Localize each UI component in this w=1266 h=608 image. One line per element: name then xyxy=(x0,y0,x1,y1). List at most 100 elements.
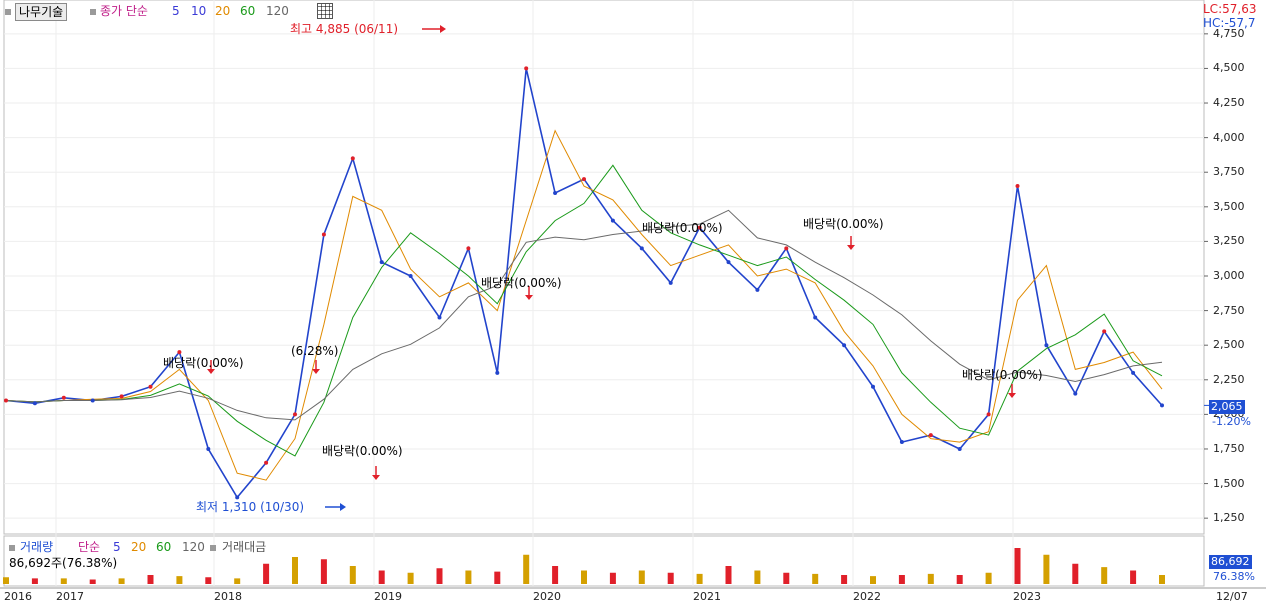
price-point xyxy=(582,177,586,182)
price-point xyxy=(1073,391,1078,396)
markers xyxy=(207,25,1210,511)
volume-bar xyxy=(523,554,530,584)
price-point xyxy=(1160,403,1164,408)
ma-10-label[interactable]: 10 xyxy=(191,4,206,18)
volume-bar xyxy=(292,557,298,584)
volume-bar xyxy=(552,566,559,584)
ma-120-label[interactable]: 120 xyxy=(266,4,289,18)
ma-line xyxy=(5,129,1163,481)
volume-bar xyxy=(754,570,761,584)
volume-value-text: 86,692주(76.38%) xyxy=(9,556,118,570)
dividend-annotation: 배당락(0.00%) xyxy=(803,217,884,231)
price-point xyxy=(957,446,962,451)
price-point xyxy=(61,395,66,400)
volume-bar xyxy=(263,563,270,584)
y-tick-label: 1,750 xyxy=(1213,441,1245,455)
ma-legend-icon[interactable] xyxy=(90,9,96,15)
volume-bar xyxy=(3,577,9,584)
price-point xyxy=(235,495,240,500)
dividend-annotation: (6.28%) xyxy=(291,344,339,358)
y-tick-label: 1,500 xyxy=(1213,476,1245,490)
volume-bar xyxy=(927,573,934,584)
last-volume-pct: 76.38% xyxy=(1213,570,1255,583)
dividend-annotation: 배당락(0.00%) xyxy=(322,444,403,458)
volume-bar xyxy=(89,579,96,584)
volume-bar xyxy=(1014,548,1021,584)
volume-bar xyxy=(638,570,645,584)
legend-toggle-icon[interactable] xyxy=(5,9,11,15)
volume-bar xyxy=(812,573,819,584)
price-point xyxy=(1131,370,1136,375)
price-point xyxy=(437,315,442,320)
y-tick-label: 4,250 xyxy=(1213,96,1245,110)
price-plot-frame xyxy=(3,0,1205,535)
volume-bar xyxy=(118,578,125,584)
volume-bar xyxy=(1159,575,1165,584)
volume-bar xyxy=(234,578,241,584)
x-tick-label: 2020 xyxy=(533,590,561,603)
price-point xyxy=(148,384,153,389)
y-tick-label: 3,250 xyxy=(1213,234,1245,248)
price-point xyxy=(321,232,326,237)
dividend-annotation: 배당락(0.00%) xyxy=(962,368,1043,382)
volume-ma-5[interactable]: 5 xyxy=(113,540,121,554)
ma-legend-label: 종가 단순 xyxy=(100,4,148,18)
dividend-arrow-head xyxy=(372,475,380,480)
volume-ma-label: 단순 xyxy=(78,540,101,554)
dividend-arrow-head xyxy=(312,369,320,374)
table-icon[interactable] xyxy=(317,3,333,19)
volume-bar xyxy=(494,571,501,584)
volume-legend-icon[interactable] xyxy=(9,545,15,551)
x-tick-label: 2019 xyxy=(374,590,402,603)
volume-bar xyxy=(581,570,587,584)
volume-bar xyxy=(696,573,703,584)
price-point xyxy=(264,460,269,465)
volume-bar xyxy=(609,572,616,584)
volume-bar xyxy=(870,576,876,584)
price-point xyxy=(871,384,875,389)
volume-ma-60[interactable]: 60 xyxy=(156,540,171,554)
price-point xyxy=(986,412,991,417)
y-tick-label: 4,000 xyxy=(1213,130,1245,144)
price-chart[interactable] xyxy=(0,0,1266,608)
volume-bar xyxy=(378,570,385,584)
dividend-arrow-head xyxy=(847,245,855,250)
price-point xyxy=(408,274,413,278)
dividend-annotation: 배당락(0.00%) xyxy=(163,356,244,370)
price-point xyxy=(899,440,904,445)
price-point xyxy=(293,412,297,417)
price-point xyxy=(119,394,124,399)
price-point xyxy=(350,156,355,161)
volume-legend-label: 거래량 xyxy=(20,540,54,554)
price-point xyxy=(842,343,847,348)
ma-20-label[interactable]: 20 xyxy=(215,4,230,18)
volume-bars xyxy=(3,548,1165,584)
stock-name-button[interactable]: 나무기술 xyxy=(15,3,68,21)
y-tick-label: 4,500 xyxy=(1213,61,1245,75)
y-tick-label: 2,500 xyxy=(1213,338,1245,352)
price-point xyxy=(1102,329,1107,334)
volume-bar xyxy=(205,577,212,584)
volume-ma-120[interactable]: 120 xyxy=(182,540,205,554)
volume-bar xyxy=(147,575,154,584)
volume-bar xyxy=(1043,554,1050,584)
y-tick-label: 3,000 xyxy=(1213,269,1245,282)
amount-legend-icon[interactable] xyxy=(210,545,216,551)
y-tick-label: 3,500 xyxy=(1213,199,1245,213)
volume-bar xyxy=(667,572,674,584)
ma-60-label[interactable]: 60 xyxy=(240,4,255,18)
volume-ma-20[interactable]: 20 xyxy=(131,540,146,554)
price-point xyxy=(755,287,760,292)
stock-chart-window: 나무기술 종가 단순 5 10 20 60 120 LC:57,63 HC:-5… xyxy=(0,0,1266,608)
volume-bar xyxy=(725,566,732,584)
volume-bar xyxy=(31,578,38,584)
ma-5-label[interactable]: 5 xyxy=(172,4,180,18)
volume-bar xyxy=(349,566,356,584)
volume-bar xyxy=(1130,570,1137,584)
price-point xyxy=(524,66,529,71)
volume-bar xyxy=(841,575,848,584)
price-point xyxy=(726,260,731,265)
volume-bar xyxy=(1072,563,1079,584)
y-tick-label: 3,750 xyxy=(1213,165,1245,179)
last-price-change: -1.20% xyxy=(1212,415,1251,428)
